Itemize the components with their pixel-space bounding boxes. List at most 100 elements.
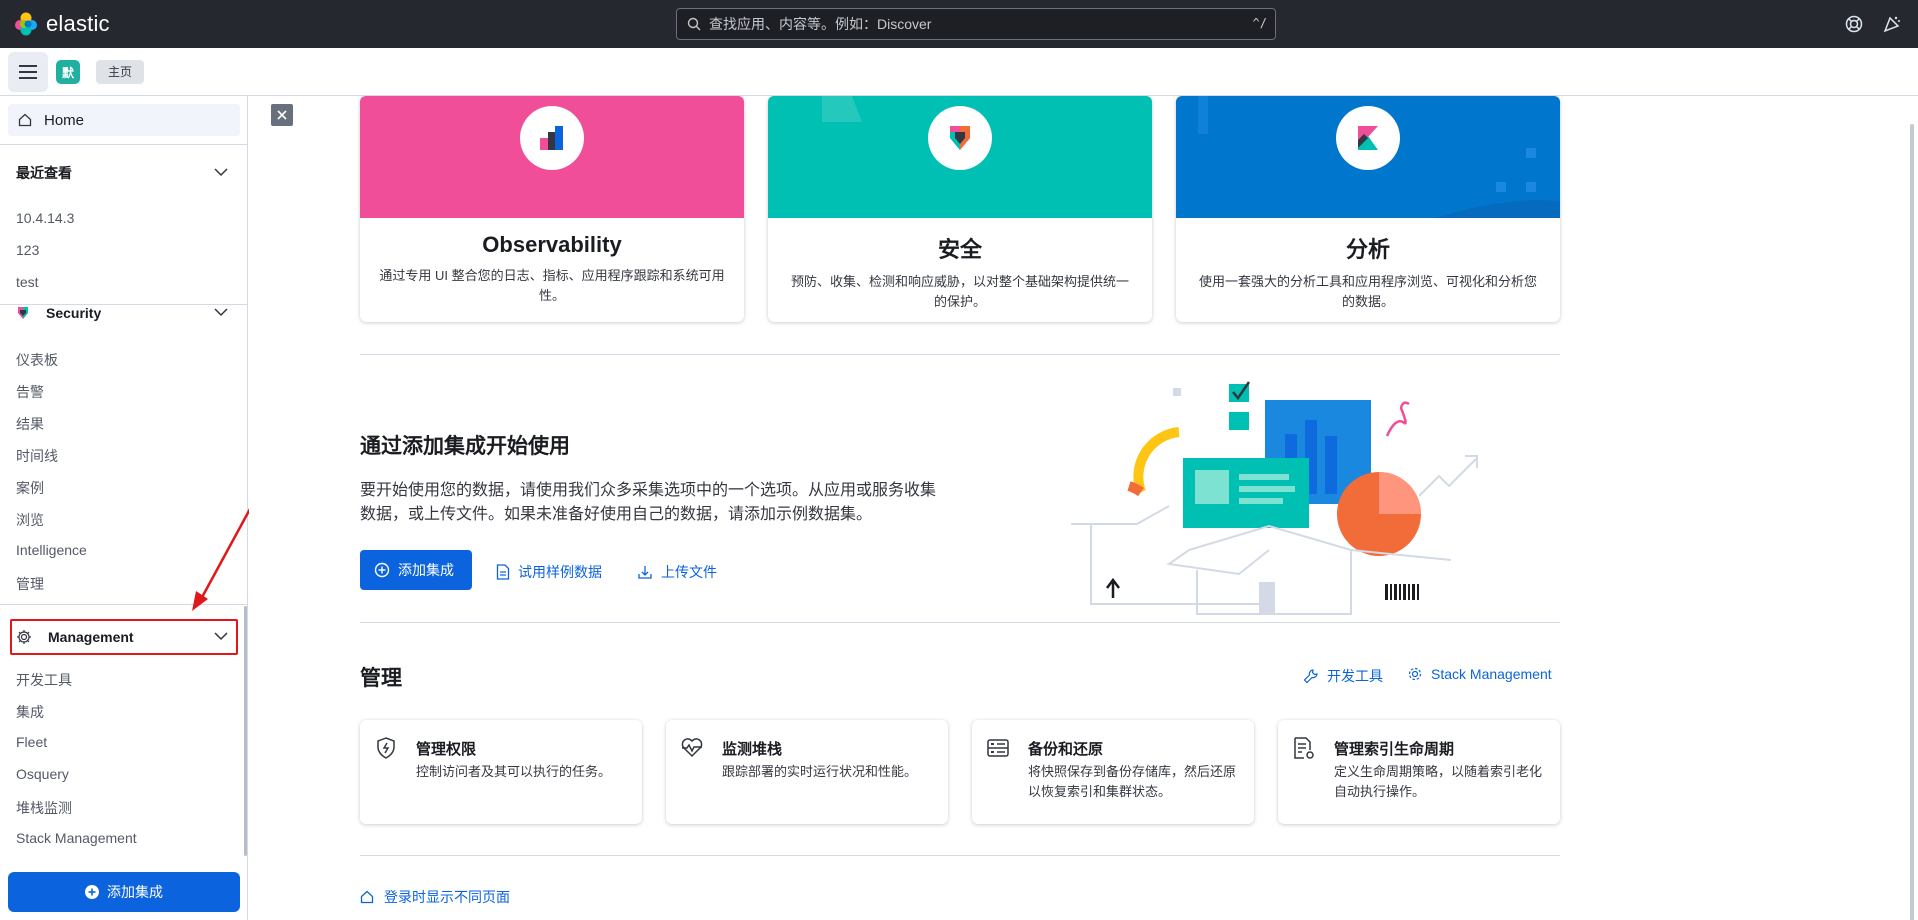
sidebar-item-cases[interactable]: 案例	[16, 478, 44, 498]
integrations-title: 通过添加集成开始使用	[360, 435, 570, 458]
home-icon	[360, 890, 374, 904]
home-icon	[18, 113, 32, 127]
index-lifecycle-card[interactable]: 管理索引生命周期 定义生命周期策略，以随着索引老化自动执行操作。	[1278, 720, 1560, 824]
sidebar-item-home[interactable]: Home	[8, 104, 240, 136]
solution-card-observability[interactable]: Observability 通过专用 UI 整合您的日志、指标、应用程序跟踪和系…	[360, 96, 744, 322]
plus-circle-icon	[374, 562, 390, 578]
monitor-stack-card[interactable]: 监测堆栈 跟踪部署的实时运行状况和性能。	[666, 720, 948, 824]
card-banner	[768, 96, 1152, 218]
card-title: Observability	[482, 232, 622, 257]
storage-icon	[987, 739, 1009, 757]
plus-circle-icon	[85, 885, 99, 899]
recent-item[interactable]: test	[16, 274, 39, 290]
security-logo-icon	[950, 126, 970, 150]
recent-item[interactable]: 123	[16, 242, 39, 258]
help-icon[interactable]	[1844, 14, 1864, 34]
solution-card-analytics[interactable]: 分析 使用一套强大的分析工具和应用程序浏览、可视化和分析您的数据。	[1176, 96, 1560, 322]
annotation-arrow-icon	[192, 508, 252, 611]
sidebar-item-stack-monitoring[interactable]: 堆栈监测	[16, 798, 72, 818]
whats-new-icon[interactable]	[1882, 14, 1902, 34]
sidebar-item-stack-management[interactable]: Stack Management	[16, 830, 137, 846]
stack-management-link[interactable]: Stack Management	[1407, 666, 1552, 682]
main-scrollbar[interactable]	[1910, 124, 1914, 920]
card-description: 通过专用 UI 整合您的日志、指标、应用程序跟踪和系统可用性。	[379, 268, 725, 303]
observability-logo-icon	[540, 126, 563, 150]
chevron-down-icon	[214, 168, 228, 177]
card-title: 管理索引生命周期	[1334, 741, 1455, 758]
card-badge	[520, 106, 584, 170]
upload-file-link[interactable]: 上传文件	[637, 562, 717, 582]
section-title: 最近查看	[16, 165, 72, 181]
banner-decoration-icon	[822, 96, 862, 122]
search-placeholder: 查找应用、内容等。例如：Discover	[709, 16, 932, 32]
card-badge	[928, 106, 992, 170]
try-sample-data-link[interactable]: 试用样例数据	[496, 562, 602, 582]
sidebar-scrollbar[interactable]	[244, 606, 247, 856]
sidebar-item-intelligence[interactable]: Intelligence	[16, 542, 87, 558]
sidebar-item-timelines[interactable]: 时间线	[16, 446, 58, 466]
close-button[interactable]	[271, 104, 293, 126]
elastic-logo-icon	[15, 12, 37, 36]
main-content: Observability 通过专用 UI 整合您的日志、指标、应用程序跟踪和系…	[249, 96, 1918, 920]
shield-icon	[377, 737, 395, 759]
heartbeat-icon	[681, 738, 703, 758]
highlight-box	[10, 619, 238, 655]
sidebar-item-fleet[interactable]: Fleet	[16, 734, 47, 750]
card-description: 跟踪部署的实时运行状况和性能。	[722, 764, 918, 779]
card-description: 将快照保存到备份存储库，然后还原以恢复索引和集群状态。	[1028, 764, 1237, 799]
sidebar-item-manage[interactable]: 管理	[16, 574, 44, 594]
add-integrations-primary-button[interactable]: 添加集成	[360, 550, 472, 590]
search-icon	[687, 17, 701, 31]
card-description: 预防、收集、检测和响应威胁，以对整个基础架构提供统一的保护。	[790, 274, 1129, 309]
sidebar-item-explore[interactable]: 浏览	[16, 510, 44, 530]
wrench-icon	[1303, 669, 1318, 684]
card-description: 控制访问者及其可以执行的任务。	[416, 764, 612, 779]
elastic-logo[interactable]: elastic	[14, 11, 110, 37]
solution-card-security[interactable]: 安全 预防、收集、检测和响应威胁，以对整个基础架构提供统一的保护。	[768, 96, 1152, 322]
add-integrations-button[interactable]: 添加集成	[8, 872, 240, 912]
sidebar-section-recent[interactable]: 最近查看	[0, 153, 248, 193]
sidebar-item-dev-tools[interactable]: 开发工具	[16, 670, 72, 690]
section-title: Security	[46, 305, 102, 321]
link-label: 试用样例数据	[518, 564, 602, 580]
card-title: 备份和还原	[1028, 741, 1104, 758]
button-label: 添加集成	[398, 562, 454, 578]
menu-icon	[19, 65, 37, 79]
document-settings-icon	[1294, 737, 1314, 759]
sidebar-item-label: Home	[44, 111, 85, 129]
button-label: 添加集成	[107, 884, 163, 900]
snapshot-restore-card[interactable]: 备份和还原 将快照保存到备份存储库，然后还原以恢复索引和集群状态。	[972, 720, 1254, 824]
sidebar-section-security[interactable]: Security	[0, 293, 248, 333]
space-avatar[interactable]: 默	[56, 60, 80, 84]
sidebar-divider	[0, 144, 248, 145]
link-label: Stack Management	[1431, 666, 1552, 682]
nav-toggle-button[interactable]	[8, 52, 48, 92]
logo-text: elastic	[46, 11, 110, 36]
link-label: 上传文件	[661, 564, 717, 580]
dev-tools-link[interactable]: 开发工具	[1303, 666, 1383, 686]
card-title: 管理权限	[416, 741, 477, 758]
link-label: 开发工具	[1327, 668, 1383, 684]
card-banner	[1176, 96, 1560, 218]
sidebar-item-alerts[interactable]: 告警	[16, 382, 44, 402]
close-icon	[277, 110, 287, 120]
sidebar-item-dashboards[interactable]: 仪表板	[16, 350, 58, 370]
search-shortcut-hint: ^/	[1252, 16, 1267, 30]
link-label: 登录时显示不同页面	[384, 889, 510, 905]
breadcrumb-bar: 默 主页	[0, 48, 1918, 96]
card-title: 监测堆栈	[722, 741, 783, 758]
sidebar-item-osquery[interactable]: Osquery	[16, 766, 69, 782]
management-title: 管理	[360, 667, 402, 690]
manage-permissions-card[interactable]: 管理权限 控制访问者及其可以执行的任务。	[360, 720, 642, 824]
card-description: 定义生命周期策略，以随着索引老化自动执行操作。	[1334, 764, 1543, 799]
integrations-illustration-icon	[1071, 381, 1478, 615]
sidebar-item-integrations[interactable]: 集成	[16, 702, 44, 722]
card-title: 分析	[1345, 237, 1390, 262]
recent-item[interactable]: 10.4.14.3	[16, 210, 74, 226]
change-default-route-link[interactable]: 登录时显示不同页面	[360, 887, 510, 907]
top-header: elastic 查找应用、内容等。例如：Discover ^/	[0, 0, 1918, 48]
sidebar-item-findings[interactable]: 结果	[16, 414, 44, 434]
card-title: 安全	[937, 237, 982, 262]
card-banner	[360, 96, 744, 218]
global-search-input[interactable]: 查找应用、内容等。例如：Discover ^/	[676, 8, 1276, 40]
